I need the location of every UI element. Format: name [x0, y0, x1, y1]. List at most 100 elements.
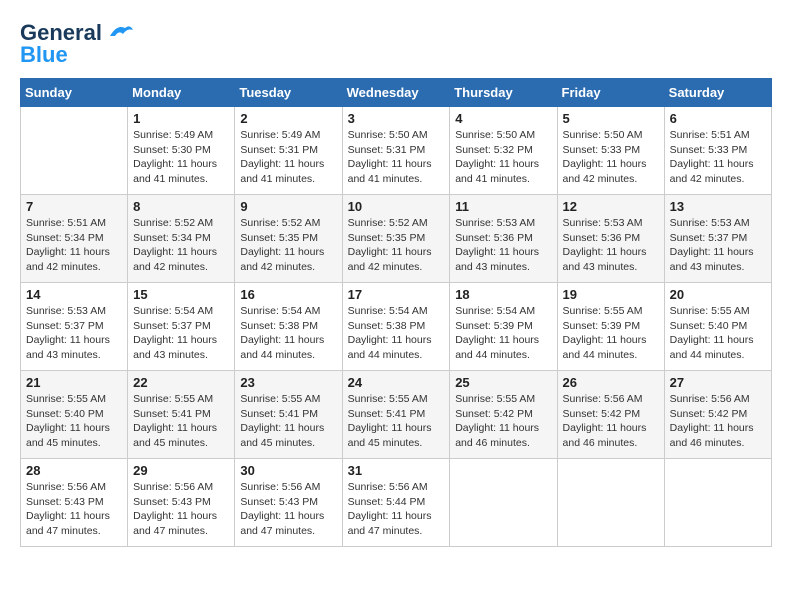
table-row: 22 Sunrise: 5:55 AMSunset: 5:41 PMDaylig…: [128, 371, 235, 459]
calendar-header-row: Sunday Monday Tuesday Wednesday Thursday…: [21, 79, 772, 107]
table-row: 14 Sunrise: 5:53 AMSunset: 5:37 PMDaylig…: [21, 283, 128, 371]
day-number: 22: [133, 375, 229, 390]
day-number: 29: [133, 463, 229, 478]
table-row: 20 Sunrise: 5:55 AMSunset: 5:40 PMDaylig…: [664, 283, 771, 371]
day-info: Sunrise: 5:55 AMSunset: 5:41 PMDaylight:…: [133, 393, 217, 449]
table-row: 25 Sunrise: 5:55 AMSunset: 5:42 PMDaylig…: [450, 371, 557, 459]
calendar-week-row: 7 Sunrise: 5:51 AMSunset: 5:34 PMDayligh…: [21, 195, 772, 283]
col-wednesday: Wednesday: [342, 79, 450, 107]
calendar-table: Sunday Monday Tuesday Wednesday Thursday…: [20, 78, 772, 547]
table-row: 5 Sunrise: 5:50 AMSunset: 5:33 PMDayligh…: [557, 107, 664, 195]
day-number: 31: [348, 463, 445, 478]
day-info: Sunrise: 5:53 AMSunset: 5:36 PMDaylight:…: [563, 217, 647, 273]
day-info: Sunrise: 5:55 AMSunset: 5:39 PMDaylight:…: [563, 305, 647, 361]
day-number: 25: [455, 375, 551, 390]
day-info: Sunrise: 5:56 AMSunset: 5:43 PMDaylight:…: [240, 481, 324, 537]
table-row: 24 Sunrise: 5:55 AMSunset: 5:41 PMDaylig…: [342, 371, 450, 459]
day-info: Sunrise: 5:56 AMSunset: 5:42 PMDaylight:…: [563, 393, 647, 449]
day-number: 18: [455, 287, 551, 302]
table-row: 19 Sunrise: 5:55 AMSunset: 5:39 PMDaylig…: [557, 283, 664, 371]
day-info: Sunrise: 5:50 AMSunset: 5:33 PMDaylight:…: [563, 129, 647, 185]
table-row: 13 Sunrise: 5:53 AMSunset: 5:37 PMDaylig…: [664, 195, 771, 283]
day-number: 14: [26, 287, 122, 302]
day-info: Sunrise: 5:50 AMSunset: 5:32 PMDaylight:…: [455, 129, 539, 185]
table-row: 29 Sunrise: 5:56 AMSunset: 5:43 PMDaylig…: [128, 459, 235, 547]
day-info: Sunrise: 5:56 AMSunset: 5:42 PMDaylight:…: [670, 393, 754, 449]
day-number: 30: [240, 463, 336, 478]
day-info: Sunrise: 5:55 AMSunset: 5:42 PMDaylight:…: [455, 393, 539, 449]
logo-bird-icon: [105, 22, 135, 44]
day-info: Sunrise: 5:55 AMSunset: 5:41 PMDaylight:…: [348, 393, 432, 449]
table-row: 6 Sunrise: 5:51 AMSunset: 5:33 PMDayligh…: [664, 107, 771, 195]
table-row: 30 Sunrise: 5:56 AMSunset: 5:43 PMDaylig…: [235, 459, 342, 547]
day-info: Sunrise: 5:54 AMSunset: 5:39 PMDaylight:…: [455, 305, 539, 361]
day-info: Sunrise: 5:54 AMSunset: 5:37 PMDaylight:…: [133, 305, 217, 361]
table-row: 15 Sunrise: 5:54 AMSunset: 5:37 PMDaylig…: [128, 283, 235, 371]
day-number: 24: [348, 375, 445, 390]
col-friday: Friday: [557, 79, 664, 107]
day-info: Sunrise: 5:52 AMSunset: 5:34 PMDaylight:…: [133, 217, 217, 273]
logo: General Blue: [20, 20, 135, 68]
day-info: Sunrise: 5:54 AMSunset: 5:38 PMDaylight:…: [348, 305, 432, 361]
day-info: Sunrise: 5:55 AMSunset: 5:40 PMDaylight:…: [26, 393, 110, 449]
col-saturday: Saturday: [664, 79, 771, 107]
calendar-week-row: 28 Sunrise: 5:56 AMSunset: 5:43 PMDaylig…: [21, 459, 772, 547]
day-number: 27: [670, 375, 766, 390]
col-tuesday: Tuesday: [235, 79, 342, 107]
table-row: [450, 459, 557, 547]
day-info: Sunrise: 5:49 AMSunset: 5:31 PMDaylight:…: [240, 129, 324, 185]
day-number: 15: [133, 287, 229, 302]
table-row: 1 Sunrise: 5:49 AMSunset: 5:30 PMDayligh…: [128, 107, 235, 195]
table-row: 28 Sunrise: 5:56 AMSunset: 5:43 PMDaylig…: [21, 459, 128, 547]
day-number: 12: [563, 199, 659, 214]
day-number: 9: [240, 199, 336, 214]
table-row: 11 Sunrise: 5:53 AMSunset: 5:36 PMDaylig…: [450, 195, 557, 283]
day-number: 13: [670, 199, 766, 214]
day-number: 10: [348, 199, 445, 214]
table-row: 7 Sunrise: 5:51 AMSunset: 5:34 PMDayligh…: [21, 195, 128, 283]
col-thursday: Thursday: [450, 79, 557, 107]
day-info: Sunrise: 5:56 AMSunset: 5:43 PMDaylight:…: [26, 481, 110, 537]
day-info: Sunrise: 5:51 AMSunset: 5:34 PMDaylight:…: [26, 217, 110, 273]
page-container: General Blue Sunday Monday Tuesday Wedne…: [20, 20, 772, 547]
day-info: Sunrise: 5:53 AMSunset: 5:37 PMDaylight:…: [670, 217, 754, 273]
day-number: 16: [240, 287, 336, 302]
logo-text-blue: Blue: [20, 42, 68, 68]
table-row: 3 Sunrise: 5:50 AMSunset: 5:31 PMDayligh…: [342, 107, 450, 195]
day-number: 3: [348, 111, 445, 126]
col-sunday: Sunday: [21, 79, 128, 107]
table-row: [21, 107, 128, 195]
calendar-week-row: 14 Sunrise: 5:53 AMSunset: 5:37 PMDaylig…: [21, 283, 772, 371]
table-row: [664, 459, 771, 547]
table-row: 4 Sunrise: 5:50 AMSunset: 5:32 PMDayligh…: [450, 107, 557, 195]
day-number: 21: [26, 375, 122, 390]
day-info: Sunrise: 5:53 AMSunset: 5:37 PMDaylight:…: [26, 305, 110, 361]
day-info: Sunrise: 5:52 AMSunset: 5:35 PMDaylight:…: [348, 217, 432, 273]
day-info: Sunrise: 5:56 AMSunset: 5:44 PMDaylight:…: [348, 481, 432, 537]
day-number: 4: [455, 111, 551, 126]
table-row: 9 Sunrise: 5:52 AMSunset: 5:35 PMDayligh…: [235, 195, 342, 283]
table-row: 21 Sunrise: 5:55 AMSunset: 5:40 PMDaylig…: [21, 371, 128, 459]
col-monday: Monday: [128, 79, 235, 107]
day-info: Sunrise: 5:55 AMSunset: 5:41 PMDaylight:…: [240, 393, 324, 449]
day-info: Sunrise: 5:49 AMSunset: 5:30 PMDaylight:…: [133, 129, 217, 185]
day-info: Sunrise: 5:51 AMSunset: 5:33 PMDaylight:…: [670, 129, 754, 185]
table-row: 23 Sunrise: 5:55 AMSunset: 5:41 PMDaylig…: [235, 371, 342, 459]
day-info: Sunrise: 5:56 AMSunset: 5:43 PMDaylight:…: [133, 481, 217, 537]
day-info: Sunrise: 5:50 AMSunset: 5:31 PMDaylight:…: [348, 129, 432, 185]
day-number: 8: [133, 199, 229, 214]
day-number: 6: [670, 111, 766, 126]
day-number: 28: [26, 463, 122, 478]
day-number: 23: [240, 375, 336, 390]
table-row: 27 Sunrise: 5:56 AMSunset: 5:42 PMDaylig…: [664, 371, 771, 459]
day-number: 7: [26, 199, 122, 214]
day-number: 19: [563, 287, 659, 302]
table-row: 26 Sunrise: 5:56 AMSunset: 5:42 PMDaylig…: [557, 371, 664, 459]
day-number: 11: [455, 199, 551, 214]
calendar-week-row: 1 Sunrise: 5:49 AMSunset: 5:30 PMDayligh…: [21, 107, 772, 195]
day-info: Sunrise: 5:52 AMSunset: 5:35 PMDaylight:…: [240, 217, 324, 273]
day-number: 5: [563, 111, 659, 126]
day-number: 2: [240, 111, 336, 126]
table-row: 8 Sunrise: 5:52 AMSunset: 5:34 PMDayligh…: [128, 195, 235, 283]
table-row: 12 Sunrise: 5:53 AMSunset: 5:36 PMDaylig…: [557, 195, 664, 283]
